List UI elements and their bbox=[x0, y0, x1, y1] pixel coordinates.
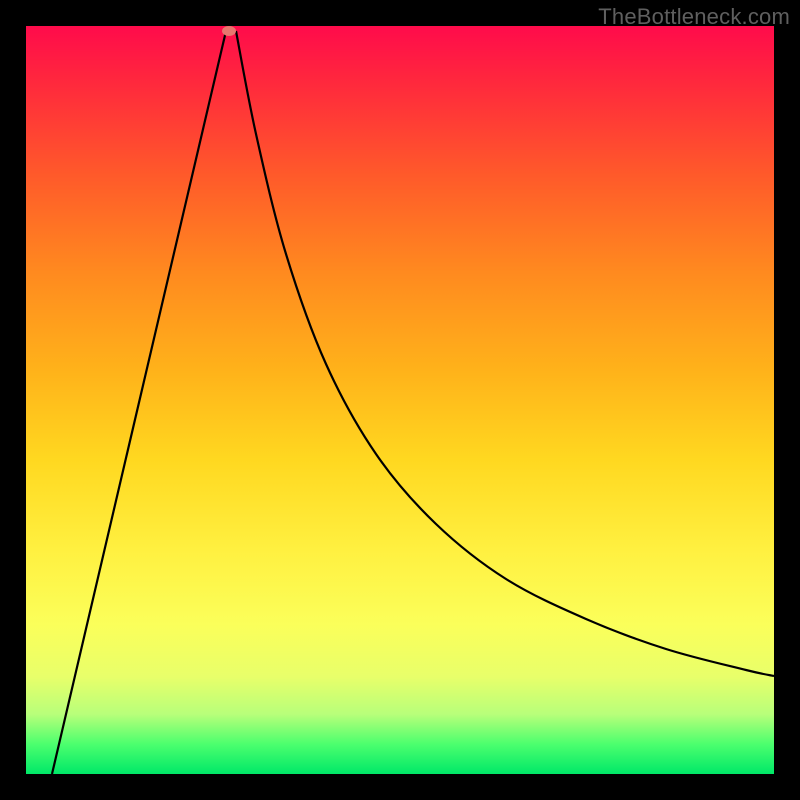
plot-area bbox=[26, 26, 774, 774]
attribution-text: TheBottleneck.com bbox=[598, 4, 790, 30]
curve-layer bbox=[26, 26, 774, 774]
right-curve bbox=[236, 31, 774, 676]
vertex-marker bbox=[222, 26, 236, 36]
left-line bbox=[52, 31, 226, 774]
